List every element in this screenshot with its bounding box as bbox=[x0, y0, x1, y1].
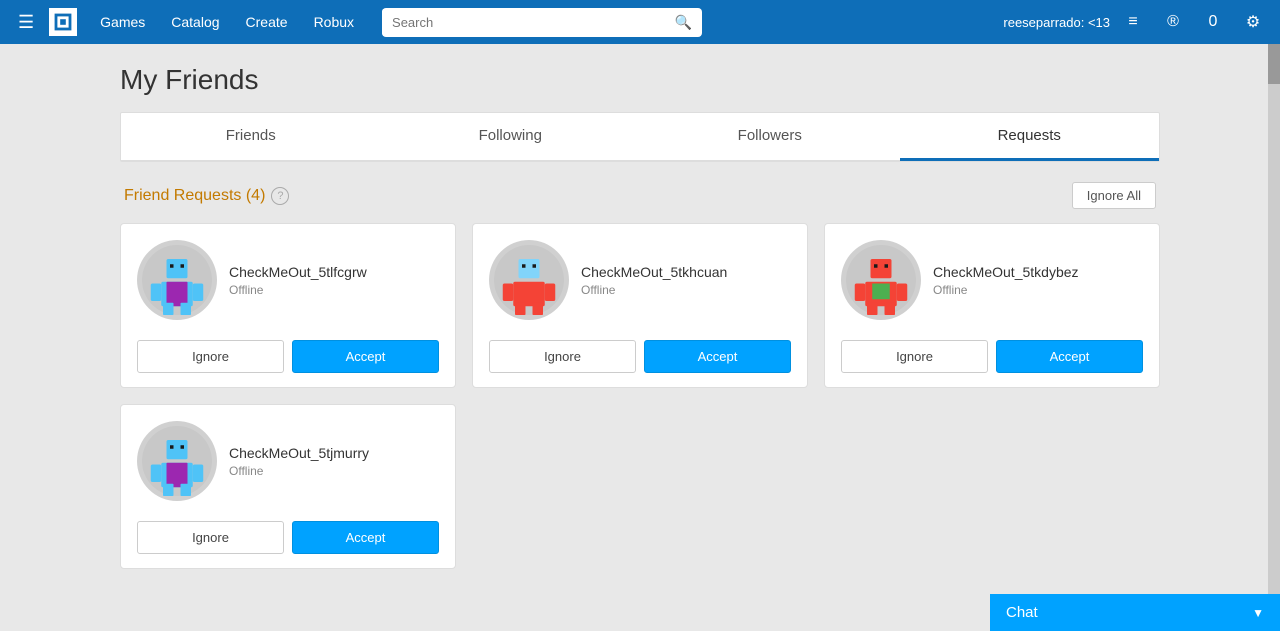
tabs-container: Friends Following Followers Requests bbox=[120, 112, 1160, 162]
settings-icon-btn[interactable]: ⚙ bbox=[1236, 5, 1270, 39]
nav-create[interactable]: Create bbox=[234, 8, 300, 36]
scrollbar[interactable] bbox=[1268, 44, 1280, 601]
roblox-logo-icon bbox=[49, 8, 77, 36]
card-info-2: CheckMeOut_5tkdybez Offline bbox=[933, 264, 1143, 297]
tab-friends[interactable]: Friends bbox=[121, 113, 381, 161]
avatar-svg-1 bbox=[494, 245, 564, 315]
feed-icon-btn[interactable]: ≡ bbox=[1116, 5, 1150, 39]
avatar-3 bbox=[137, 421, 217, 501]
avatar-svg-3 bbox=[142, 426, 212, 496]
tab-followers[interactable]: Followers bbox=[640, 113, 900, 161]
card-status-0: Offline bbox=[229, 283, 439, 297]
card-actions-2: Ignore Accept bbox=[825, 330, 1159, 387]
info-icon[interactable]: ? bbox=[271, 187, 289, 205]
avatar-1 bbox=[489, 240, 569, 320]
card-body-1: CheckMeOut_5tkhcuan Offline bbox=[473, 224, 807, 330]
avatar-0 bbox=[137, 240, 217, 320]
tab-requests[interactable]: Requests bbox=[900, 113, 1160, 161]
section-header: Friend Requests (4) ? Ignore All bbox=[120, 182, 1160, 209]
search-icon: 🔍 bbox=[675, 14, 692, 30]
avatar-svg-2 bbox=[846, 245, 916, 315]
nav-right: reeseparrado: <13 ≡ ® 0 ⚙ bbox=[1003, 5, 1270, 39]
card-username-2: CheckMeOut_5tkdybez bbox=[933, 264, 1143, 280]
username-display: reeseparrado: <13 bbox=[1003, 15, 1110, 30]
chat-chevron-icon: ▼ bbox=[1252, 606, 1264, 620]
section-title-area: Friend Requests (4) ? bbox=[124, 187, 289, 205]
search-bar: 🔍 bbox=[382, 8, 702, 37]
chat-bar[interactable]: Chat ▼ bbox=[990, 594, 1280, 631]
friend-card-2: CheckMeOut_5tkdybez Offline Ignore Accep… bbox=[824, 223, 1160, 388]
card-status-2: Offline bbox=[933, 283, 1143, 297]
avatar-2 bbox=[841, 240, 921, 320]
tabs: Friends Following Followers Requests bbox=[121, 113, 1159, 161]
accept-button-1[interactable]: Accept bbox=[644, 340, 791, 373]
accept-button-3[interactable]: Accept bbox=[292, 521, 439, 554]
friend-card-1: CheckMeOut_5tkhcuan Offline Ignore Accep… bbox=[472, 223, 808, 388]
ignore-all-button[interactable]: Ignore All bbox=[1072, 182, 1156, 209]
tab-following[interactable]: Following bbox=[381, 113, 641, 161]
page-title: My Friends bbox=[120, 64, 1160, 96]
ignore-button-3[interactable]: Ignore bbox=[137, 521, 284, 554]
robux-count-display[interactable]: 0 bbox=[1196, 5, 1230, 39]
scrollbar-thumb[interactable] bbox=[1268, 44, 1280, 84]
hamburger-menu[interactable]: ☰ bbox=[10, 6, 42, 39]
card-actions-1: Ignore Accept bbox=[473, 330, 807, 387]
accept-button-2[interactable]: Accept bbox=[996, 340, 1143, 373]
section-title-text: Friend Requests (4) bbox=[124, 187, 265, 205]
card-username-1: CheckMeOut_5tkhcuan bbox=[581, 264, 791, 280]
ignore-button-2[interactable]: Ignore bbox=[841, 340, 988, 373]
card-body-2: CheckMeOut_5tkdybez Offline bbox=[825, 224, 1159, 330]
nav-robux[interactable]: Robux bbox=[302, 8, 366, 36]
nav-catalog[interactable]: Catalog bbox=[159, 8, 231, 36]
card-username-0: CheckMeOut_5tlfcgrw bbox=[229, 264, 439, 280]
card-body-3: CheckMeOut_5tjmurry Offline bbox=[121, 405, 455, 511]
cards-grid: CheckMeOut_5tlfcgrw Offline Ignore Accep… bbox=[120, 223, 1160, 569]
friend-card-0: CheckMeOut_5tlfcgrw Offline Ignore Accep… bbox=[120, 223, 456, 388]
nav-games[interactable]: Games bbox=[88, 8, 157, 36]
card-username-3: CheckMeOut_5tjmurry bbox=[229, 445, 439, 461]
card-info-1: CheckMeOut_5tkhcuan Offline bbox=[581, 264, 791, 297]
friend-card-3: CheckMeOut_5tjmurry Offline Ignore Accep… bbox=[120, 404, 456, 569]
card-body-0: CheckMeOut_5tlfcgrw Offline bbox=[121, 224, 455, 330]
accept-button-0[interactable]: Accept bbox=[292, 340, 439, 373]
robux-count: 0 bbox=[1209, 13, 1218, 31]
search-input[interactable] bbox=[382, 9, 665, 36]
card-status-1: Offline bbox=[581, 283, 791, 297]
card-info-3: CheckMeOut_5tjmurry Offline bbox=[229, 445, 439, 478]
card-info-0: CheckMeOut_5tlfcgrw Offline bbox=[229, 264, 439, 297]
navbar: ☰ Games Catalog Create Robux 🔍 reeseparr… bbox=[0, 0, 1280, 44]
chat-label: Chat bbox=[1006, 604, 1038, 621]
feed-icon: ≡ bbox=[1128, 13, 1137, 31]
ignore-button-0[interactable]: Ignore bbox=[137, 340, 284, 373]
card-status-3: Offline bbox=[229, 464, 439, 478]
robux-icon-btn[interactable]: ® bbox=[1156, 5, 1190, 39]
hamburger-icon: ☰ bbox=[18, 12, 34, 33]
avatar-svg-0 bbox=[142, 245, 212, 315]
settings-icon: ⚙ bbox=[1246, 12, 1260, 32]
search-button[interactable]: 🔍 bbox=[665, 8, 702, 37]
roblox-logo[interactable] bbox=[48, 7, 78, 37]
card-actions-3: Ignore Accept bbox=[121, 511, 455, 568]
card-actions-0: Ignore Accept bbox=[121, 330, 455, 387]
ignore-button-1[interactable]: Ignore bbox=[489, 340, 636, 373]
robux-icon: ® bbox=[1167, 13, 1179, 31]
main-content: My Friends Friends Following Followers R… bbox=[0, 44, 1280, 631]
nav-links: Games Catalog Create Robux bbox=[88, 8, 366, 36]
